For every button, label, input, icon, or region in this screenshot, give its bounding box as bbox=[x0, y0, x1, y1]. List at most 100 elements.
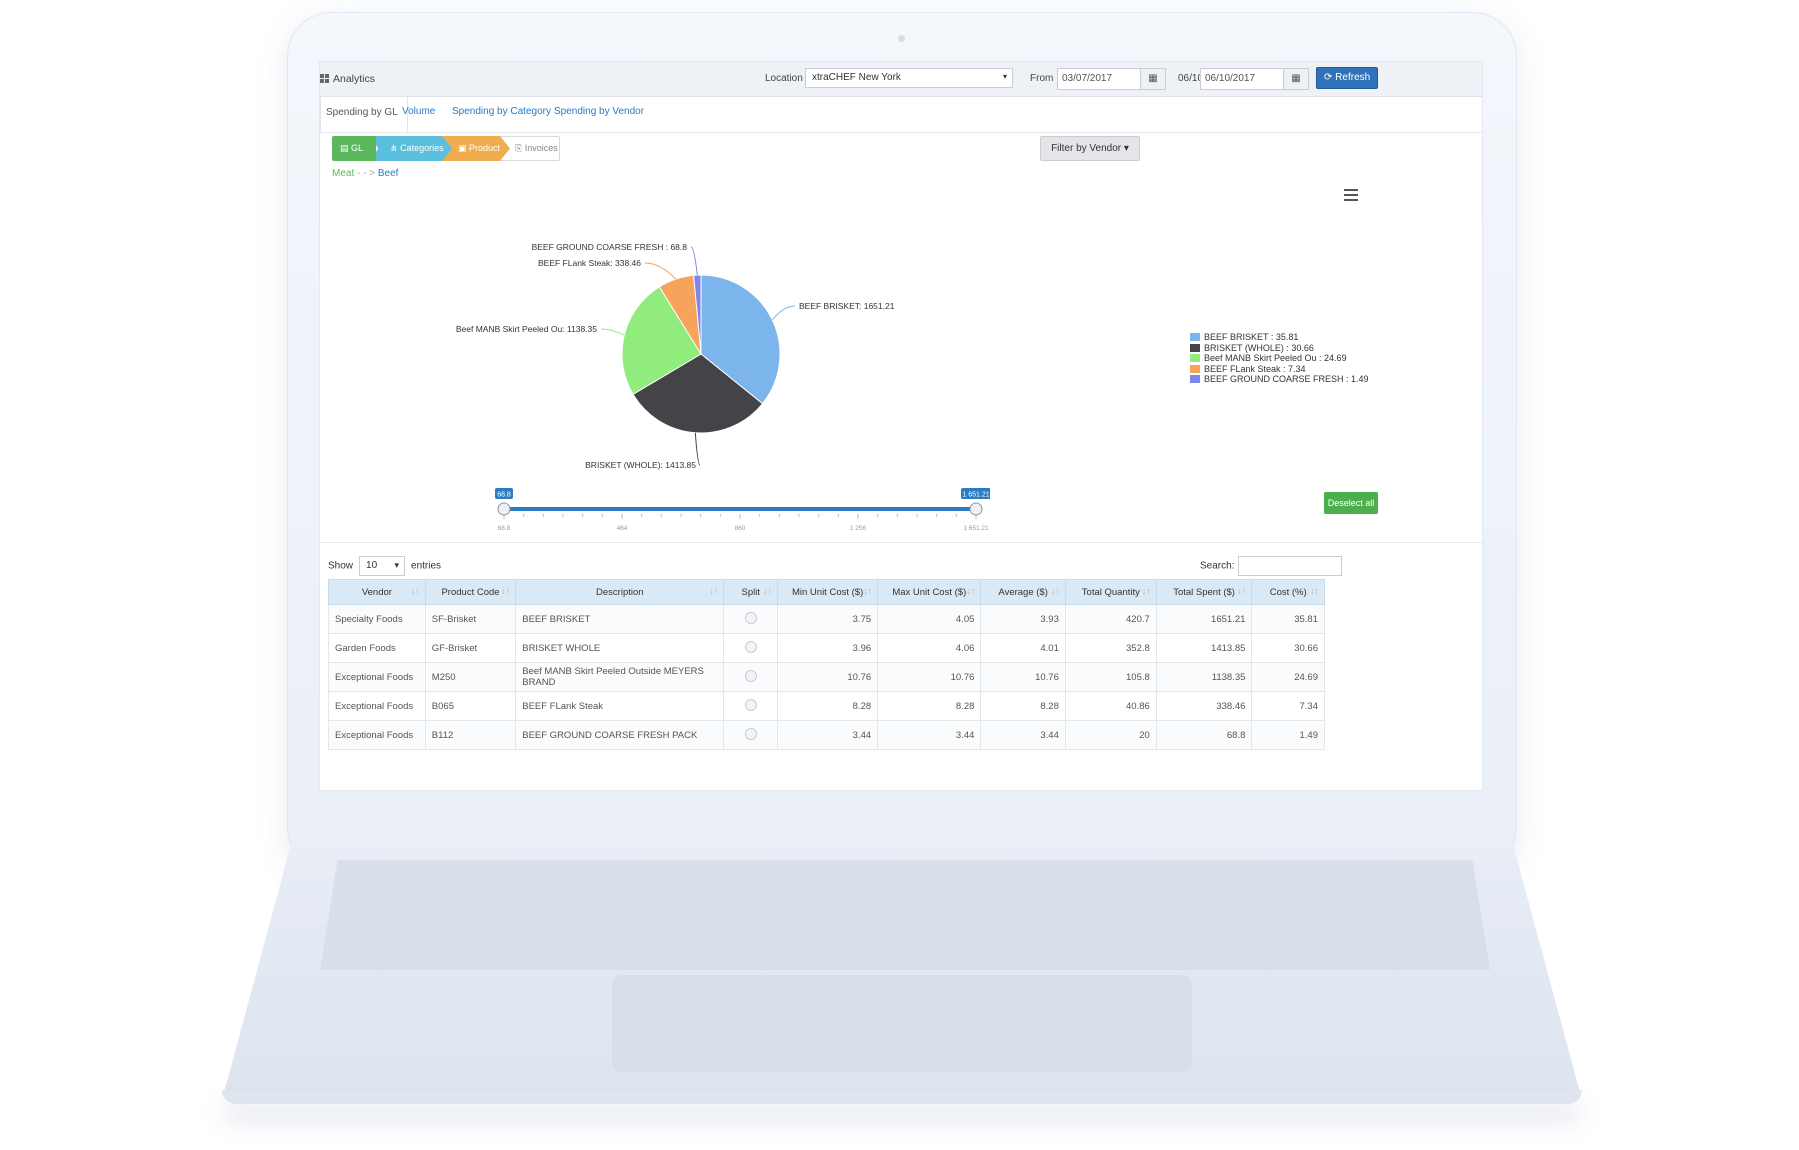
cell-total-spent: 338.46 bbox=[1155, 691, 1253, 721]
table-row[interactable]: Exceptional Foods B112 BEEF GROUND COARSE … bbox=[328, 720, 1325, 750]
slider-max-badge-text: 1 651.21 bbox=[962, 492, 989, 499]
table-row[interactable]: Garden Foods GF-Brisket BRISKET WHOLE 3.96 4… bbox=[328, 633, 1325, 663]
to-calendar-icon[interactable]: ▦ bbox=[1283, 68, 1309, 90]
tab-spending-by-gl[interactable]: Spending by GL bbox=[320, 96, 408, 132]
cell-split[interactable] bbox=[723, 662, 779, 692]
refresh-button[interactable]: ⟳ Refresh bbox=[1316, 67, 1379, 89]
breadcrumb-gl[interactable]: ▤ GL bbox=[332, 136, 376, 161]
document-icon: ⎘ bbox=[515, 143, 523, 153]
cell-split[interactable] bbox=[723, 691, 779, 721]
from-calendar-icon[interactable]: ▦ bbox=[1140, 68, 1166, 90]
cell-split[interactable] bbox=[723, 633, 779, 663]
column-header-min-unit-cost[interactable]: Min Unit Cost ($) ↓↑ bbox=[777, 579, 879, 605]
slider-tick-label: 68.8 bbox=[498, 525, 511, 532]
sort-icon: ↓↑ bbox=[966, 586, 976, 596]
legend-swatch bbox=[1190, 364, 1200, 373]
search-input[interactable] bbox=[1238, 556, 1343, 576]
laptop-keyboard bbox=[320, 860, 1490, 970]
split-radio[interactable] bbox=[744, 611, 757, 624]
legend-item[interactable]: BEEF FLank Steak : 7.34 bbox=[1190, 364, 1369, 375]
table-row[interactable]: Exceptional Foods M250 Beef MANB Skirt Pee… bbox=[328, 662, 1325, 692]
legend-item[interactable]: BEEF GROUND COARSE FRESH : 1.49 bbox=[1190, 374, 1369, 385]
file-icon: ▤ bbox=[340, 143, 349, 153]
column-header-label: Cost (%) bbox=[1269, 586, 1307, 598]
column-header-vendor[interactable]: Vendor ↓↑ bbox=[328, 579, 426, 605]
cell-split[interactable] bbox=[723, 604, 779, 634]
split-radio[interactable] bbox=[744, 640, 757, 653]
column-header-description[interactable]: Description ↓↑ bbox=[515, 579, 725, 605]
spending-table: Vendor ↓↑ Product Code ↓↑ Description ↓↑ Split… bbox=[328, 579, 1325, 750]
cell-total-quantity: 20 bbox=[1064, 720, 1157, 750]
table-row[interactable]: Specialty Foods SF-Brisket BEEF BRISKET 3.7… bbox=[328, 604, 1325, 634]
column-header-split[interactable]: Split ↓↑ bbox=[723, 579, 779, 605]
column-header-total-quantity[interactable]: Total Quantity ↓↑ bbox=[1064, 579, 1157, 605]
slider-handle[interactable] bbox=[497, 502, 511, 516]
cell-max-unit-cost: 10.76 bbox=[877, 662, 982, 692]
split-radio[interactable] bbox=[744, 727, 757, 740]
tab-volume[interactable]: Volume bbox=[402, 106, 435, 117]
pie-connector bbox=[771, 305, 796, 321]
cell-product-code: M250 bbox=[424, 662, 517, 692]
top-bar: Analytics Location xtraCHEF New York ▾ F… bbox=[320, 62, 1482, 97]
column-header-cost-percent[interactable]: Cost (%) ↓↑ bbox=[1251, 579, 1325, 605]
from-label: From bbox=[1030, 73, 1054, 84]
chevron-down-icon: ▾ bbox=[1002, 72, 1007, 81]
sort-icon: ↓↑ bbox=[763, 586, 773, 596]
filter-by-vendor-button[interactable]: Filter by Vendor ▾ bbox=[1040, 136, 1140, 161]
page-title: Analytics bbox=[320, 73, 375, 85]
sort-icon: ↓↑ bbox=[863, 586, 873, 596]
location-select[interactable]: xtraCHEF New York ▾ bbox=[805, 68, 1013, 88]
pie-connector bbox=[690, 246, 698, 276]
split-radio[interactable] bbox=[744, 698, 757, 711]
column-header-product-code[interactable]: Product Code ↓↑ bbox=[424, 579, 517, 605]
cell-cost-percent: 30.66 bbox=[1251, 633, 1325, 663]
pie-data-label: BEEF FLank Steak: 338.46 bbox=[538, 258, 641, 268]
breadcrumb-categories[interactable]: ⋔ Categories bbox=[370, 136, 452, 161]
caret-down-icon: ▾ bbox=[1123, 143, 1129, 154]
laptop-camera bbox=[898, 35, 905, 42]
hamburger-menu-icon[interactable] bbox=[1344, 189, 1358, 201]
cell-total-quantity: 40.86 bbox=[1064, 691, 1157, 721]
slider-handle[interactable] bbox=[969, 502, 983, 516]
range-slider[interactable]: 68.8 464 860 1 256 1 651.21 68.8 1 651.21 bbox=[490, 482, 990, 538]
table-row[interactable]: Exceptional Foods B065 BEEF FLank Steak 8.2… bbox=[328, 691, 1325, 721]
legend-item[interactable]: BEEF BRISKET : 35.81 bbox=[1190, 332, 1369, 343]
cell-split[interactable] bbox=[723, 720, 779, 750]
cell-vendor: Exceptional Foods bbox=[328, 720, 426, 750]
column-header-total-spent[interactable]: Total Spent ($) ↓↑ bbox=[1155, 579, 1253, 605]
cell-average: 3.93 bbox=[980, 604, 1066, 634]
slider-tick-label: 1 651.21 bbox=[963, 525, 989, 532]
tab-spending-by-vendor[interactable]: Spending by Vendor bbox=[554, 106, 644, 117]
sort-icon: ↓↑ bbox=[1310, 586, 1319, 596]
cell-total-spent: 1138.35 bbox=[1155, 662, 1253, 692]
breadcrumb-categories-label: Categories bbox=[400, 143, 444, 153]
cell-description: BRISKET WHOLE bbox=[515, 633, 725, 663]
legend-item[interactable]: BRISKET (WHOLE) : 30.66 bbox=[1190, 343, 1369, 354]
entries-select[interactable]: 10 bbox=[359, 556, 406, 576]
cell-product-code: B112 bbox=[424, 720, 517, 750]
breadcrumb-gl-label: GL bbox=[351, 143, 364, 153]
cell-product-code: GF-Brisket bbox=[424, 633, 517, 663]
sort-icon: ↓↑ bbox=[709, 586, 719, 596]
split-radio[interactable] bbox=[744, 669, 757, 682]
refresh-icon: ⟳ bbox=[1324, 72, 1333, 83]
legend-swatch bbox=[1190, 354, 1200, 362]
laptop-trackpad bbox=[612, 975, 1192, 1072]
tab-spending-by-category[interactable]: Spending by Category bbox=[452, 106, 551, 117]
column-header-max-unit-cost[interactable]: Max Unit Cost ($) ↓↑ bbox=[877, 579, 982, 605]
to-date-input[interactable]: 06/10/2017 bbox=[1200, 68, 1284, 90]
deselect-all-button[interactable]: Deselect all bbox=[1324, 492, 1378, 514]
slider-tick-label: 1 256 bbox=[850, 525, 867, 532]
cell-cost-percent: 1.49 bbox=[1251, 720, 1325, 750]
column-header-average[interactable]: Average ($) ↓↑ bbox=[980, 579, 1066, 605]
from-date-input[interactable]: 03/07/2017 bbox=[1057, 68, 1141, 90]
cell-average: 8.28 bbox=[980, 691, 1066, 721]
tab-bar: Spending by GL Volume Spending by Catego… bbox=[320, 96, 1482, 133]
cell-cost-percent: 7.34 bbox=[1251, 691, 1325, 721]
cell-max-unit-cost: 4.05 bbox=[877, 604, 982, 634]
search-label: Search: bbox=[1200, 560, 1235, 572]
legend-item[interactable]: Beef MANB Skirt Peeled Ou : 24.69 bbox=[1190, 353, 1369, 364]
cell-product-code: B065 bbox=[424, 691, 517, 721]
legend-swatch bbox=[1190, 375, 1200, 383]
pie-data-label: Beef MANB Skirt Peeled Ou: 1138.35 bbox=[456, 324, 597, 334]
